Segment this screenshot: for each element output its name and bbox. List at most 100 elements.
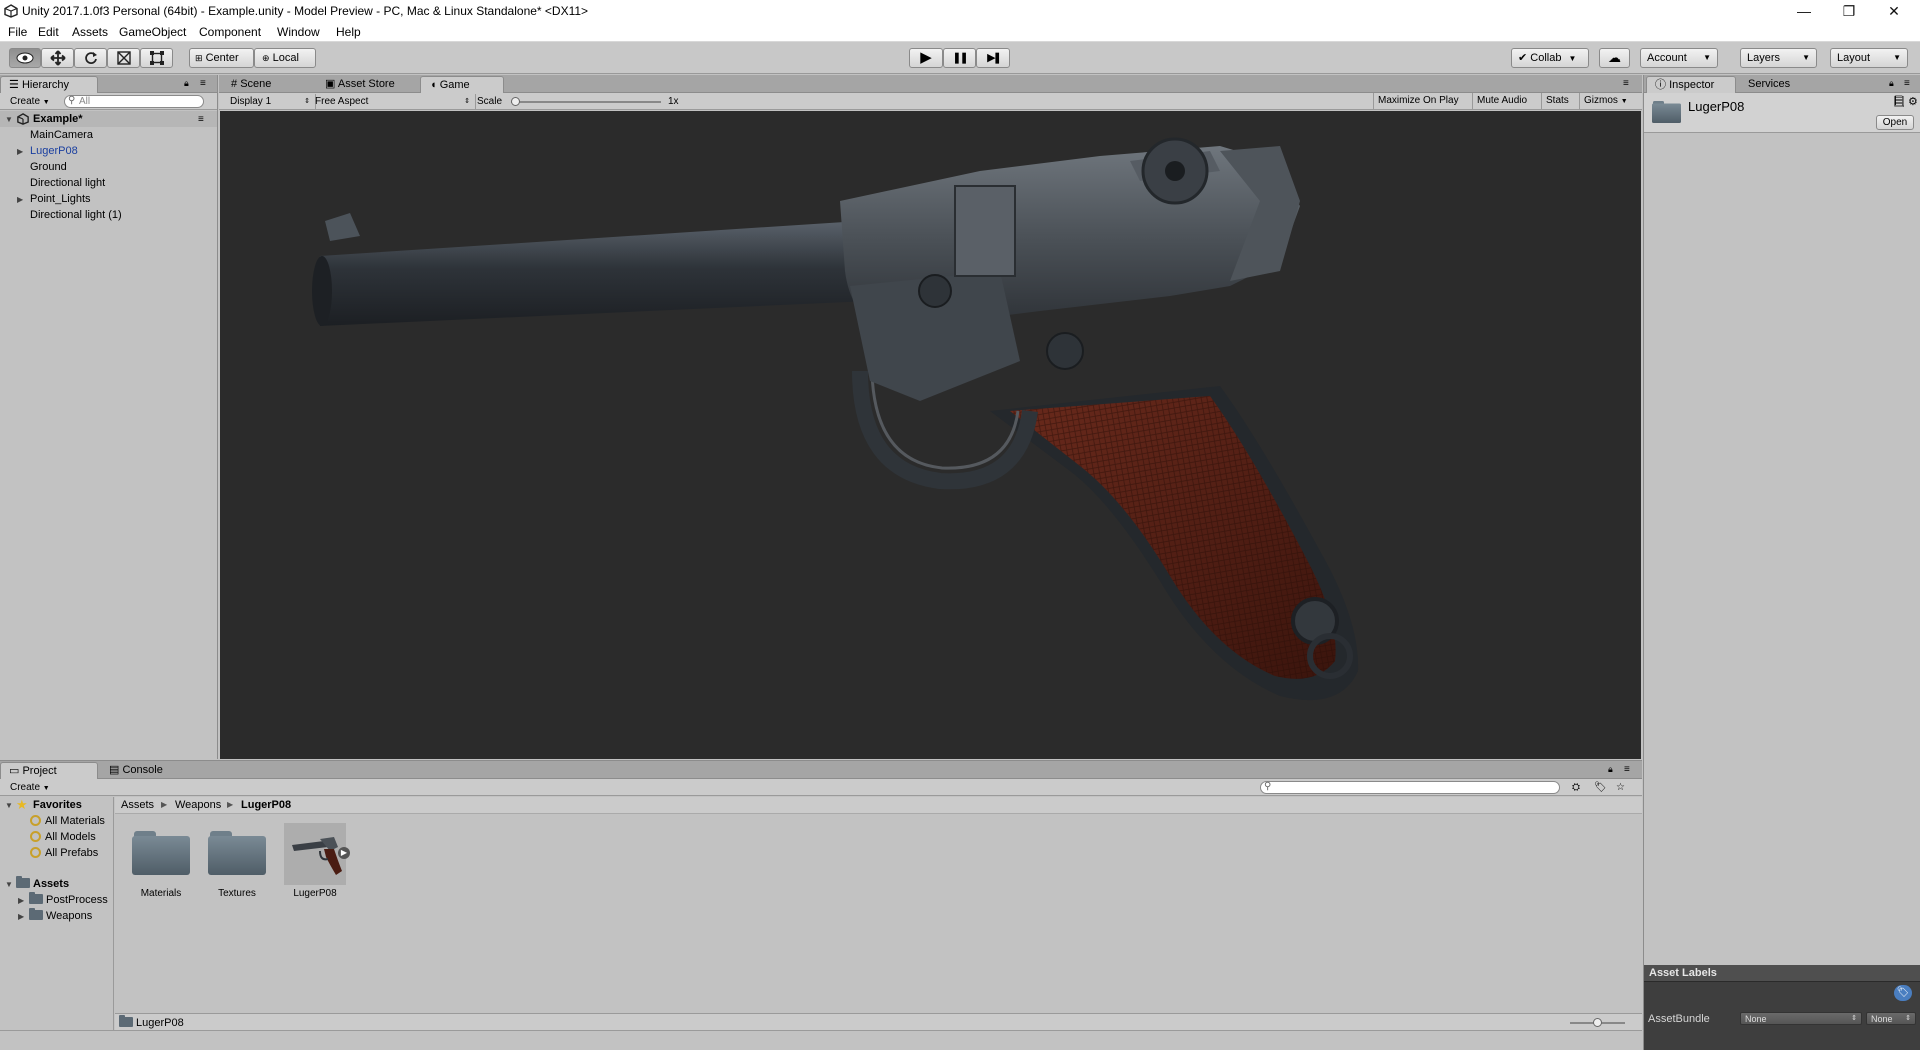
favorite-item[interactable]: All Models	[30, 829, 96, 845]
rect-tool-button[interactable]	[140, 48, 173, 68]
tag-icon[interactable]: 🏷︎	[1894, 985, 1912, 1001]
folder-icon	[208, 831, 266, 875]
menu-gameobject[interactable]: GameObject	[119, 25, 186, 39]
scale-tool-button[interactable]	[107, 48, 140, 68]
tab-inspector[interactable]: ⓘ Inspector	[1646, 76, 1736, 93]
lock-icon[interactable]: 🔒︎	[1608, 762, 1613, 777]
breadcrumb-weapons[interactable]: Weapons	[175, 797, 221, 813]
menu-bar: File Edit Assets GameObject Component Wi…	[0, 22, 1920, 42]
pivot-local-button[interactable]: ⊕ Local	[254, 48, 316, 68]
menu-edit[interactable]: Edit	[38, 25, 59, 39]
tab-game[interactable]: ◖ Game	[420, 76, 504, 93]
breadcrumb-lugerp08[interactable]: LugerP08	[241, 797, 291, 813]
scale-slider[interactable]	[511, 97, 661, 106]
layout-dropdown[interactable]: Layout ▼	[1830, 48, 1908, 68]
fold-open-icon[interactable]: ▼	[5, 801, 13, 810]
assetbundle-variant-dropdown[interactable]: None ⇕	[1866, 1012, 1916, 1025]
hierarchy-search-input[interactable]: All	[64, 95, 204, 108]
menu-assets[interactable]: Assets	[72, 25, 108, 39]
lock-icon[interactable]: 🔒︎	[1889, 76, 1894, 91]
fold-open-icon[interactable]: ▼	[5, 880, 13, 889]
maximize-on-play-toggle[interactable]: Maximize On Play	[1373, 93, 1463, 110]
zoom-slider[interactable]	[1570, 1018, 1625, 1027]
tab-project[interactable]: ▭ Project	[0, 762, 98, 779]
panel-menu-icon[interactable]: ≡	[200, 76, 206, 91]
favorite-item[interactable]: All Materials	[30, 813, 105, 829]
cloud-button[interactable]: ☁	[1599, 48, 1630, 68]
asset-item-lugerp08[interactable]: ▶ LugerP08	[275, 823, 351, 903]
asset-item-textures[interactable]: Textures	[199, 823, 275, 903]
gear-icon[interactable]: ⚙	[1908, 95, 1918, 108]
local-label: Local	[272, 52, 299, 64]
hierarchy-create-button[interactable]: Create ▼	[10, 94, 50, 109]
aspect-dropdown[interactable]: Free Aspect ⇕	[307, 94, 476, 109]
hierarchy-item[interactable]: Directional light (1)	[30, 207, 122, 223]
favorite-item[interactable]: All Prefabs	[30, 845, 98, 861]
mute-audio-toggle[interactable]: Mute Audio	[1472, 93, 1531, 110]
stats-toggle[interactable]: Stats	[1541, 93, 1573, 110]
panel-menu-icon[interactable]: ≡	[1623, 76, 1629, 91]
play-button[interactable]: ▶	[909, 48, 943, 68]
minimize-button[interactable]: —	[1782, 0, 1826, 22]
game-viewport[interactable]	[220, 111, 1641, 759]
tab-services[interactable]: Services	[1738, 76, 1818, 93]
favorite-star-icon[interactable]: ☆	[1616, 780, 1625, 795]
restore-button[interactable]: ❐	[1827, 0, 1871, 22]
tab-hierarchy-label: Hierarchy	[21, 79, 70, 91]
fold-open-icon[interactable]: ▼	[5, 115, 13, 124]
account-dropdown[interactable]: Account ▼	[1640, 48, 1718, 68]
fold-closed-icon[interactable]: ▶	[17, 195, 23, 204]
view-tool-button[interactable]	[9, 48, 41, 68]
help-book-icon[interactable]: 📘︎	[1892, 95, 1906, 108]
filter-label-icon[interactable]: 🏷︎	[1594, 780, 1607, 795]
hierarchy-item[interactable]: Ground	[30, 159, 67, 175]
assetbundle-dropdown[interactable]: None ⇕	[1740, 1012, 1862, 1025]
tab-hierarchy[interactable]: ☰ Hierarchy	[0, 76, 98, 93]
scene-root-row[interactable]: ▼ Example* ≡	[0, 111, 217, 127]
panel-menu-icon[interactable]: ≡	[1624, 762, 1630, 777]
scene-menu-icon[interactable]: ≡	[198, 112, 204, 127]
scale-slider-thumb[interactable]	[511, 97, 520, 106]
step-button[interactable]: ▶❚	[976, 48, 1010, 68]
hierarchy-item[interactable]: LugerP08	[30, 143, 78, 159]
menu-window[interactable]: Window	[277, 25, 320, 39]
menu-file[interactable]: File	[8, 25, 27, 39]
menu-help[interactable]: Help	[336, 25, 361, 39]
move-tool-button[interactable]	[41, 48, 74, 68]
tab-scene[interactable]: # Scene	[223, 76, 303, 93]
zoom-slider-thumb[interactable]	[1593, 1018, 1602, 1027]
asset-folder-item[interactable]: Weapons	[29, 908, 92, 924]
project-search-input[interactable]	[1260, 781, 1560, 794]
hierarchy-item[interactable]: Directional light	[30, 175, 105, 191]
close-button[interactable]: ✕	[1872, 0, 1916, 22]
lock-icon[interactable]: 🔒︎	[184, 76, 189, 91]
tab-asset-store-label: Asset Store	[337, 78, 395, 90]
tab-console[interactable]: ▤ Console	[100, 762, 180, 779]
assets-root[interactable]: Assets	[16, 876, 69, 892]
fold-closed-icon[interactable]: ▶	[18, 896, 24, 905]
layers-dropdown[interactable]: Layers ▼	[1740, 48, 1817, 68]
asset-folder-item[interactable]: PostProcess	[29, 892, 108, 908]
expand-arrow-icon[interactable]: ▶	[338, 847, 350, 859]
collab-dropdown[interactable]: ✔ Collab ▼	[1511, 48, 1589, 68]
filter-type-icon[interactable]: ⛭	[1572, 780, 1580, 795]
pivot-center-button[interactable]: ⊞ Center	[189, 48, 254, 68]
pause-button[interactable]: ❚❚	[943, 48, 976, 68]
fold-closed-icon[interactable]: ▶	[17, 147, 23, 156]
tab-asset-store[interactable]: ▣ Asset Store	[315, 76, 415, 93]
panel-menu-icon[interactable]: ≡	[1904, 76, 1910, 91]
project-create-button[interactable]: Create ▼	[10, 780, 50, 795]
rotate-tool-button[interactable]	[74, 48, 107, 68]
local-icon: ⊕	[262, 53, 270, 63]
hierarchy-item[interactable]: Point_Lights	[30, 191, 91, 207]
breadcrumb-assets[interactable]: Assets	[121, 797, 154, 813]
asset-item-materials[interactable]: Materials	[123, 823, 199, 903]
chevron-down-icon: ▼	[1568, 54, 1577, 63]
asset-labels-header: Asset Labels	[1644, 965, 1920, 982]
menu-component[interactable]: Component	[199, 25, 261, 39]
gizmos-dropdown[interactable]: Gizmos ▼	[1579, 93, 1632, 110]
hierarchy-item[interactable]: MainCamera	[30, 127, 93, 143]
display-dropdown[interactable]: Display 1 ⇕	[219, 94, 316, 109]
fold-closed-icon[interactable]: ▶	[18, 912, 24, 921]
open-button[interactable]: Open	[1876, 115, 1914, 130]
